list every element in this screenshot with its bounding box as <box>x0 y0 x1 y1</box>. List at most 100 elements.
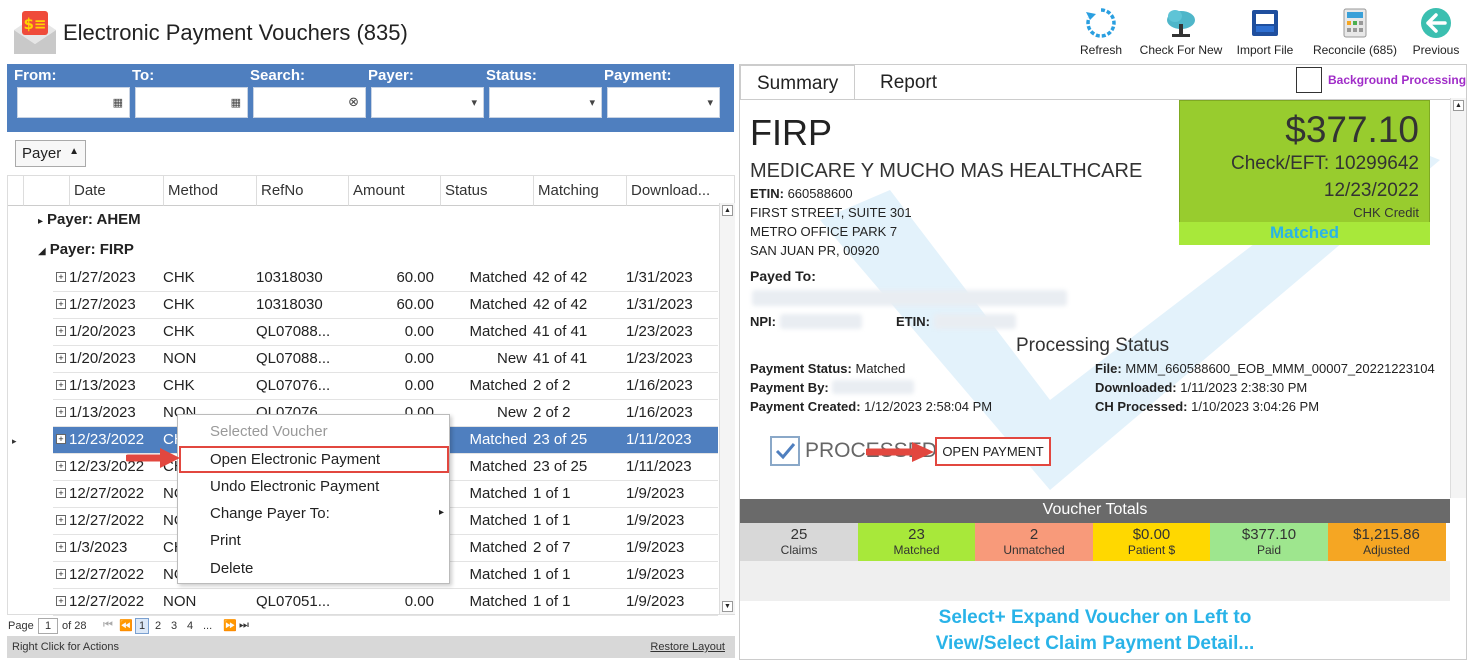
calendar-icon[interactable]: ▦ <box>113 96 123 109</box>
tab-report[interactable]: Report <box>864 65 953 100</box>
background-processing-checkbox[interactable] <box>1296 67 1322 93</box>
cell-date: 12/27/2022 <box>69 485 145 502</box>
filter-bar: From: ▦ To: ▦ Search: ⊗ Payer: ▾ Status:… <box>7 64 734 132</box>
scroll-up-icon[interactable]: ▲ <box>722 205 733 216</box>
filter-to: To: ▦ <box>132 67 248 118</box>
expand-plus-icon[interactable]: + <box>56 542 66 552</box>
last-page-icon[interactable]: ⏭ <box>239 619 249 632</box>
cell-status: Matched <box>469 269 527 286</box>
prev-page-icon[interactable]: ⏪ <box>119 619 133 632</box>
table-row[interactable]: +1/27/2023 CHK 10318030 60.00 Matched 42 of 4… <box>53 292 718 319</box>
page-link-more[interactable]: ... <box>203 620 212 632</box>
first-page-icon[interactable]: ⏮ <box>103 619 113 632</box>
open-payment-button[interactable]: OPEN PAYMENT <box>935 437 1051 466</box>
column-header-method[interactable]: Method <box>164 176 257 206</box>
previous-button[interactable]: Previous <box>1410 6 1462 57</box>
column-header-downloaded[interactable]: Download... <box>627 176 720 206</box>
expand-plus-icon[interactable]: + <box>56 380 66 390</box>
page-link-3[interactable]: 3 <box>171 620 177 632</box>
cell-status: Matched <box>469 323 527 340</box>
expand-plus-icon[interactable]: + <box>56 326 66 336</box>
column-header-status[interactable]: Status <box>441 176 534 206</box>
expand-plus-icon[interactable]: + <box>56 299 66 309</box>
refresh-label: Refresh <box>1079 43 1123 57</box>
expand-plus-icon[interactable]: + <box>56 272 66 282</box>
expand-plus-icon[interactable]: + <box>56 461 66 471</box>
to-date-input[interactable]: ▦ <box>135 87 248 118</box>
expand-plus-icon[interactable]: + <box>56 407 66 417</box>
from-date-input[interactable]: ▦ <box>17 87 130 118</box>
cell-date: 12/27/2022 <box>69 566 145 583</box>
grid-scrollbar[interactable]: ▲ ▼ <box>719 203 735 614</box>
menu-item-print[interactable]: Print <box>210 532 241 549</box>
group-label: Payer: AHEM <box>47 211 141 228</box>
voucher-totals-header: Voucher Totals <box>740 499 1450 523</box>
tab-summary[interactable]: Summary <box>740 65 856 100</box>
total-value: 23 <box>908 526 925 543</box>
expand-right-icon[interactable]: ▸ <box>38 216 43 227</box>
downloaded-value: 1/11/2023 2:38:30 PM <box>1180 380 1308 395</box>
column-header-refno[interactable]: RefNo <box>257 176 349 206</box>
cell-status: New <box>496 404 527 421</box>
cloud-download-icon <box>1167 10 1195 37</box>
calendar-icon[interactable]: ▦ <box>231 96 241 109</box>
status-select[interactable]: ▾ <box>489 87 602 118</box>
group-row-ahem[interactable]: ▸ Payer: AHEM <box>38 206 141 236</box>
table-row[interactable]: +1/27/2023 CHK 10318030 60.00 Matched 42 of 4… <box>53 265 718 292</box>
expand-plus-icon[interactable]: + <box>56 434 66 444</box>
check-icon <box>775 443 796 460</box>
cell-matching: 1 of 1 <box>533 485 571 502</box>
cell-matching: 1 of 1 <box>533 512 571 529</box>
restore-layout-link[interactable]: Restore Layout <box>650 641 725 653</box>
table-row[interactable]: +1/13/2023 CHK QL07076... 0.00 Matched 2 of 2… <box>53 373 718 400</box>
ch-processed-label: CH Processed: <box>1095 399 1188 414</box>
refresh-button[interactable]: Refresh <box>1076 6 1126 57</box>
table-row[interactable]: +12/27/2022 NON QL07051... 0.00 Matched 1 of … <box>53 589 718 616</box>
instruction-line-1: Select+ Expand Voucher on Left to <box>938 607 1252 628</box>
table-row[interactable]: +1/20/2023 NON QL07088... 0.00 New 41 of 41 1/… <box>53 346 718 373</box>
page-link-1[interactable]: 1 <box>135 618 149 634</box>
collapse-down-icon[interactable]: ◢ <box>38 246 46 257</box>
address-line-3: SAN JUAN PR, 00920 <box>750 243 880 258</box>
table-row[interactable]: +1/20/2023 CHK QL07088... 0.00 Matched 41 of … <box>53 319 718 346</box>
expand-plus-icon[interactable]: + <box>56 569 66 579</box>
pager-page-input[interactable]: 1 <box>38 618 58 634</box>
file-info: File: MMM_660588600_EOB_MMM_00007_202212… <box>1095 361 1440 376</box>
column-header-date[interactable]: Date <box>70 176 164 206</box>
menu-item-undo-electronic-payment[interactable]: Undo Electronic Payment <box>210 478 379 495</box>
processed-checkbox[interactable] <box>770 436 800 466</box>
cell-status: Matched <box>469 377 527 394</box>
page-link-4[interactable]: 4 <box>187 620 193 632</box>
cell-downloaded: 1/16/2023 <box>626 377 693 394</box>
scroll-up-icon[interactable]: ▲ <box>1453 100 1464 111</box>
clear-icon[interactable]: ⊗ <box>348 94 359 110</box>
expand-plus-icon[interactable]: + <box>56 596 66 606</box>
check-type: CHK Credit <box>1353 205 1419 220</box>
column-header-amount[interactable]: Amount <box>349 176 441 206</box>
expand-plus-icon[interactable]: + <box>56 353 66 363</box>
scroll-down-icon[interactable]: ▼ <box>722 601 733 612</box>
search-input[interactable]: ⊗ <box>253 87 366 118</box>
menu-item-change-payer[interactable]: Change Payer To: ▸ <box>210 505 444 522</box>
group-row-firp[interactable]: ◢ Payer: FIRP <box>38 236 720 266</box>
import-file-button[interactable]: Import File <box>1234 6 1296 57</box>
page-link-2[interactable]: 2 <box>155 620 161 632</box>
payment-select[interactable]: ▾ <box>607 87 720 118</box>
detail-scrollbar[interactable]: ▲ <box>1450 98 1466 498</box>
payer-select[interactable]: ▾ <box>371 87 484 118</box>
group-by-chip[interactable]: Payer ▲ <box>15 140 86 167</box>
payed-to-label: Payed To: <box>750 268 816 284</box>
filter-to-label: To: <box>132 67 155 84</box>
menu-item-delete[interactable]: Delete <box>210 560 253 577</box>
expand-plus-icon[interactable]: + <box>56 488 66 498</box>
expand-plus-icon[interactable]: + <box>56 515 66 525</box>
payment-created: Payment Created: 1/12/2023 2:58:04 PM <box>750 399 992 414</box>
file-value: MMM_660588600_EOB_MMM_00007_20221223104 <box>1125 361 1435 376</box>
reconcile-button[interactable]: Reconcile (685) <box>1310 6 1400 57</box>
column-header-matching[interactable]: Matching <box>534 176 627 206</box>
cell-method: CHK <box>163 269 195 286</box>
next-page-icon[interactable]: ⏩ <box>223 619 237 632</box>
redacted-payee <box>752 290 1067 306</box>
filter-payment-label: Payment: <box>604 67 672 84</box>
check-new-button[interactable]: Check For New <box>1138 6 1224 57</box>
